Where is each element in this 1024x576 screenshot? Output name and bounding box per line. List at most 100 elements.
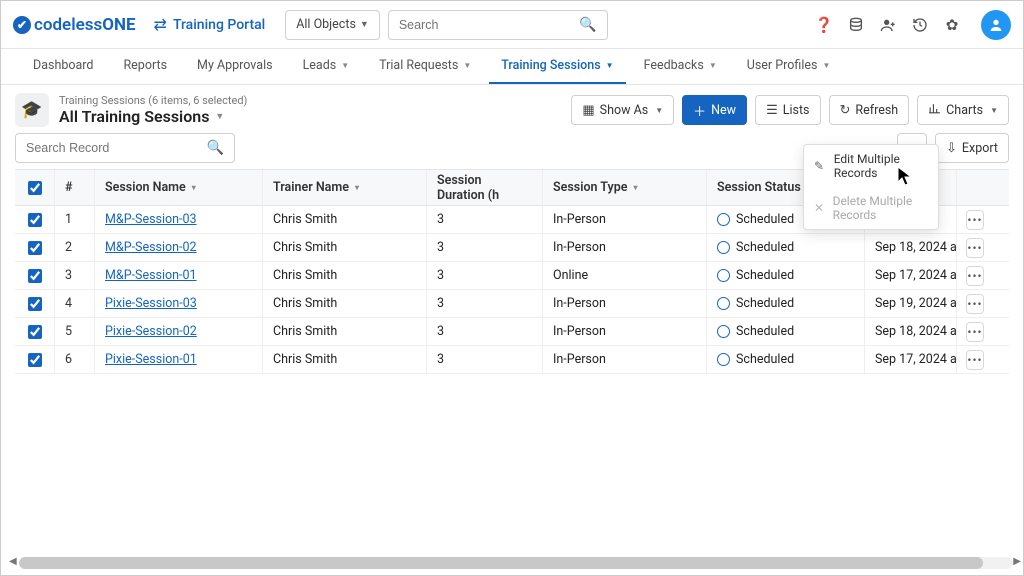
row-menu-button[interactable]: ••• <box>966 238 983 258</box>
nav-user-profiles[interactable]: User Profiles▼ <box>735 49 843 84</box>
row-select-cell[interactable] <box>15 290 55 317</box>
table-row[interactable]: 4Pixie-Session-03Chris Smith3In-PersonSc… <box>15 290 1009 318</box>
lists-button[interactable]: ☰Lists <box>755 95 820 125</box>
history-icon[interactable] <box>911 16 929 34</box>
duration-cell: 3 <box>427 234 543 261</box>
horizontal-scrollbar[interactable]: ◀ ▶ <box>19 557 1013 569</box>
new-button[interactable]: ＋ New <box>682 95 747 125</box>
view-subtitle: Training Sessions (6 items, 6 selected) <box>59 94 247 107</box>
row-menu-button[interactable]: ••• <box>966 322 983 342</box>
date-cell: Sep 18, 2024 at 10 <box>865 318 957 345</box>
col-duration[interactable]: Session Duration (h <box>427 170 543 205</box>
session-name-cell: M&P-Session-01 <box>95 262 263 289</box>
row-menu-button[interactable]: ••• <box>966 210 983 230</box>
row-actions-cell: ••• <box>957 234 993 261</box>
row-checkbox[interactable] <box>28 241 42 255</box>
caret-down-icon: ▼ <box>709 61 717 70</box>
row-checkbox[interactable] <box>28 353 42 367</box>
col-session-name[interactable]: Session Name▾ <box>95 170 263 205</box>
caret-down-icon: ▼ <box>341 61 349 70</box>
portal-switcher[interactable]: ⇄ Training Portal <box>154 15 266 34</box>
trainer-name-cell: Chris Smith <box>263 346 427 373</box>
row-checkbox[interactable] <box>28 325 42 339</box>
session-status-cell: Scheduled <box>707 290 865 317</box>
scrollbar-thumb[interactable] <box>19 557 983 569</box>
session-name-link[interactable]: M&P-Session-02 <box>105 240 197 255</box>
sort-icon: ▾ <box>192 183 196 192</box>
btn-label: New <box>711 103 736 118</box>
col-actions <box>957 170 993 205</box>
record-search[interactable]: 🔍 <box>15 133 235 163</box>
global-search[interactable]: 🔍 <box>388 10 608 40</box>
trainer-name-cell: Chris Smith <box>263 318 427 345</box>
select-all-checkbox[interactable] <box>28 181 42 195</box>
nav-label: Feedbacks <box>644 58 704 73</box>
gear-icon[interactable]: ✿ <box>943 16 961 34</box>
table-row[interactable]: 3M&P-Session-01Chris Smith3OnlineSchedul… <box>15 262 1009 290</box>
session-name-link[interactable]: M&P-Session-03 <box>105 212 197 227</box>
row-checkbox[interactable] <box>28 213 42 227</box>
session-name-cell: Pixie-Session-01 <box>95 346 263 373</box>
table-row[interactable]: 5Pixie-Session-02Chris Smith3In-PersonSc… <box>15 318 1009 346</box>
col-trainer-name[interactable]: Trainer Name▾ <box>263 170 427 205</box>
nav-leads[interactable]: Leads▼ <box>291 49 362 84</box>
session-name-link[interactable]: Pixie-Session-01 <box>105 352 197 367</box>
session-name-link[interactable]: M&P-Session-01 <box>105 268 197 283</box>
global-search-input[interactable] <box>399 18 580 32</box>
plus-icon: ＋ <box>693 101 706 120</box>
search-icon: 🔍 <box>207 140 224 156</box>
nav-feedbacks[interactable]: Feedbacks ▼ <box>632 49 729 84</box>
col-session-type[interactable]: Session Type▾ <box>543 170 707 205</box>
row-menu-button[interactable]: ••• <box>966 294 983 314</box>
object-selector[interactable]: All Objects ▼ <box>285 10 380 40</box>
row-select-cell[interactable] <box>15 206 55 233</box>
nav-dashboard[interactable]: Dashboard <box>21 49 105 84</box>
brand-logo[interactable]: ✔ codelessONE <box>13 15 136 35</box>
object-selector-label: All Objects <box>296 17 356 32</box>
view-title[interactable]: All Training Sessions ▼ <box>59 107 247 126</box>
row-menu-button[interactable]: ••• <box>966 266 983 286</box>
top-icon-bar: ❓ ✿ <box>815 10 1011 40</box>
row-checkbox[interactable] <box>28 297 42 311</box>
edit-icon: ✎ <box>814 159 826 173</box>
row-select-cell[interactable] <box>15 262 55 289</box>
row-number: 4 <box>55 290 95 317</box>
help-icon[interactable]: ❓ <box>815 16 833 34</box>
col-rownum[interactable]: # <box>55 170 95 205</box>
user-plus-icon[interactable] <box>879 16 897 34</box>
export-button[interactable]: ⇩Export <box>935 133 1009 163</box>
table-body: 1M&P-Session-03Chris Smith3In-PersonSche… <box>15 206 1009 374</box>
session-name-link[interactable]: Pixie-Session-02 <box>105 324 197 339</box>
row-select-cell[interactable] <box>15 346 55 373</box>
chart-icon <box>928 102 941 119</box>
nav-trial-requests[interactable]: Trial Requests▼ <box>367 49 483 84</box>
table-row[interactable]: 6Pixie-Session-01Chris Smith3In-PersonSc… <box>15 346 1009 374</box>
scroll-right-icon[interactable]: ▶ <box>1013 556 1021 567</box>
database-icon[interactable] <box>847 16 865 34</box>
user-avatar[interactable] <box>981 10 1011 40</box>
status-dot-icon <box>717 241 730 254</box>
session-name-link[interactable]: Pixie-Session-03 <box>105 296 197 311</box>
row-menu-button[interactable]: ••• <box>966 350 983 370</box>
nav-label: Reports <box>123 58 167 73</box>
charts-button[interactable]: Charts▼ <box>917 95 1009 125</box>
record-search-input[interactable] <box>26 141 207 155</box>
scroll-left-icon[interactable]: ◀ <box>9 556 17 567</box>
nav-reports[interactable]: Reports <box>111 49 179 84</box>
table-row[interactable]: 2M&P-Session-02Chris Smith3In-PersonSche… <box>15 234 1009 262</box>
row-checkbox[interactable] <box>28 269 42 283</box>
nav-my-approvals[interactable]: My Approvals <box>185 49 285 84</box>
show-as-button[interactable]: ▦Show As▼ <box>571 95 674 125</box>
nav-training-sessions[interactable]: Training Sessions▼ <box>489 49 625 84</box>
row-select-cell[interactable] <box>15 318 55 345</box>
session-type-cell: In-Person <box>543 318 707 345</box>
graduation-cap-icon: 🎓 <box>15 93 49 127</box>
refresh-button[interactable]: ↻Refresh <box>829 95 910 125</box>
delete-multiple-records[interactable]: ✕ Delete Multiple Records <box>804 187 938 229</box>
row-select-cell[interactable] <box>15 234 55 261</box>
row-actions-cell: ••• <box>957 318 993 345</box>
col-select-all[interactable] <box>15 170 55 205</box>
edit-multiple-records[interactable]: ✎ Edit Multiple Records <box>804 145 938 187</box>
swap-icon: ⇄ <box>154 15 167 34</box>
session-type-cell: In-Person <box>543 346 707 373</box>
